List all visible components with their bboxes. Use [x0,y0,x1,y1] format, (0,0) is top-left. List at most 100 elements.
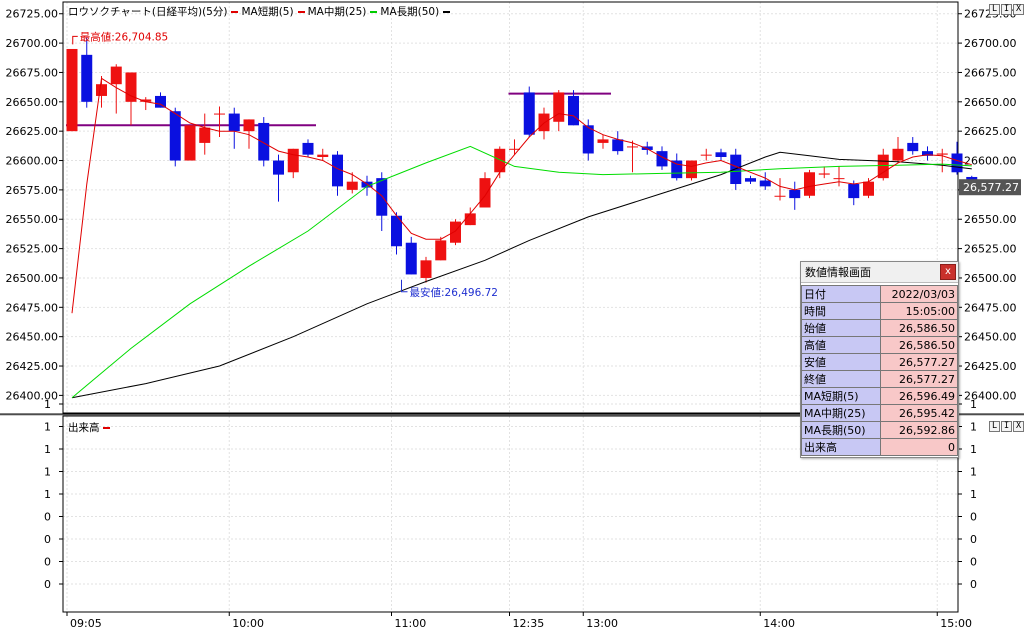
candle-body[interactable] [66,48,78,132]
candle-body[interactable] [258,122,270,161]
candle-body[interactable] [804,172,815,196]
volume-tick-label: 1 [970,488,977,501]
volume-tick-label: 0 [970,556,977,569]
candle-body[interactable] [863,181,874,196]
candle-body[interactable] [479,178,491,208]
candle-body[interactable] [494,148,506,173]
candle-body[interactable] [184,125,196,161]
candle-body[interactable] [951,153,963,173]
candle[interactable] [730,148,742,190]
candle-body[interactable] [199,127,211,143]
candle[interactable] [258,117,270,167]
info-value: 26,586.50 [880,336,958,354]
candle-body[interactable] [420,260,432,278]
candle-body[interactable] [715,152,727,158]
candle[interactable] [523,86,535,138]
candle-body[interactable] [627,146,638,148]
volume-pane-button-x[interactable]: X [1013,421,1024,432]
candle-body[interactable] [848,184,860,199]
info-key: 終値 [801,370,881,388]
info-key: 時間 [801,302,881,320]
candle-body[interactable] [936,153,948,155]
candle-body[interactable] [907,142,919,152]
price-pane-buttons: L I X [989,4,1024,15]
candle-body[interactable] [450,221,461,243]
candle-body[interactable] [523,92,535,135]
candle[interactable] [66,48,78,132]
candle-body[interactable] [612,139,624,152]
price-tick-label: 26700.00 [6,37,59,50]
candle-body[interactable] [228,113,240,132]
close-icon[interactable]: x [940,264,956,280]
volume-tick-label: 1 [970,421,977,434]
volume-pane-button-i[interactable]: I [1001,421,1012,432]
price-tick-label: 26625.00 [964,125,1017,138]
time-label: 12:35 [513,617,545,630]
info-row: 高値 26,586.50 [801,336,958,354]
info-panel[interactable]: 数値情報画面 x 日付 2022/03/03 時間 15:05:00 始値 26,586.… [800,261,959,458]
candle-body[interactable] [745,178,756,182]
candle-body[interactable] [155,95,166,108]
candle-body[interactable] [346,181,358,190]
candle-body[interactable] [287,148,299,173]
price-tick-label: 26550.00 [6,213,59,226]
volume-tick-label: 0 [44,511,51,524]
candle-body[interactable] [96,84,107,96]
candle-body[interactable] [538,113,550,132]
info-value: 0 [880,438,958,456]
info-row: MA長期(50) 26,592.86 [801,421,958,439]
volume-tick-label: 1 [44,443,51,456]
candle-body[interactable] [273,160,284,175]
candle-body[interactable] [568,95,579,126]
pane-button-l[interactable]: L [989,4,1000,15]
candle[interactable] [184,125,196,161]
candle-body[interactable] [597,139,609,143]
candle-body[interactable] [789,189,801,199]
ma-short-swatch [231,11,239,13]
candle[interactable] [435,236,447,261]
candle-body[interactable] [169,111,181,161]
candle-body[interactable] [110,66,122,85]
legend-ma-long: MA長期(50) [380,6,440,18]
legend-ma-mid: MA中期(25) [307,6,367,18]
candle-body[interactable] [317,154,329,158]
candle[interactable] [686,160,697,181]
info-panel-header[interactable]: 数値情報画面 x [801,262,958,283]
info-key: MA長期(50) [801,421,881,439]
candle-body[interactable] [302,142,314,155]
info-key: 始値 [801,319,881,337]
volume-pane-button-l[interactable]: L [989,421,1000,432]
pane-button-x[interactable]: X [1013,4,1024,15]
time-label: 09:05 [70,617,102,630]
info-value: 2022/03/03 [880,285,958,303]
candle[interactable] [450,219,461,246]
candle-body[interactable] [818,173,830,175]
pane-button-i[interactable]: I [1001,4,1012,15]
candle-body[interactable] [464,213,476,226]
price-tick-label: 26675.00 [964,66,1017,79]
candle[interactable] [804,169,815,199]
candle-body[interactable] [774,195,786,197]
legend-title: ロウソクチャート(日経平均)(5分) [68,6,228,18]
candle-body[interactable] [700,154,712,156]
candle-body[interactable] [243,119,255,132]
candle-body[interactable] [833,178,845,180]
candle-body[interactable] [730,154,742,185]
price-tick-label: 26500.00 [6,272,59,285]
candle-body[interactable] [81,54,93,102]
candle-body[interactable] [759,180,771,187]
candle-body[interactable] [435,240,447,261]
candle-body[interactable] [553,92,565,122]
candle-body[interactable] [892,148,904,161]
candle-body[interactable] [214,113,225,115]
info-key: MA短期(5) [801,387,881,405]
info-row: MA短期(5) 26,596.49 [801,387,958,405]
candle-body[interactable] [671,160,683,179]
candle-body[interactable] [405,242,417,275]
info-key: 出来高 [801,438,881,456]
candle-body[interactable] [686,160,697,179]
price-tick-label: 26525.00 [964,243,1017,256]
price-tick-label: 26425.00 [964,360,1017,373]
info-row: 時間 15:05:00 [801,302,958,320]
candle-body[interactable] [376,178,388,216]
